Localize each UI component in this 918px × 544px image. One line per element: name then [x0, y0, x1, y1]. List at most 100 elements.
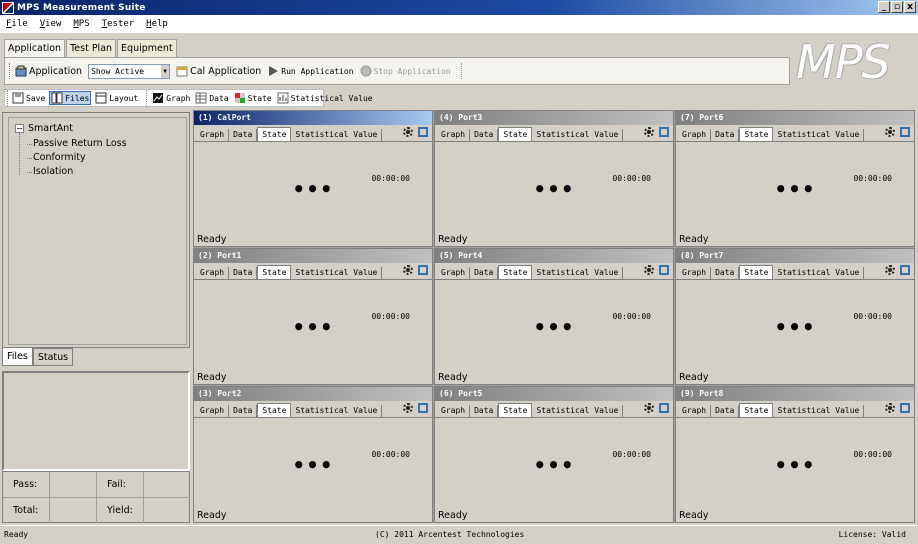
tree-item-isolation[interactable]: Isolation	[26, 166, 73, 177]
menu-file[interactable]: File	[6, 19, 28, 29]
close-button[interactable]: x	[904, 1, 916, 13]
port-tab-graph[interactable]: Graph	[678, 129, 712, 141]
port-title[interactable]: (3) Port2	[194, 387, 432, 401]
port-tab-statistical-value[interactable]: Statistical Value	[773, 129, 865, 141]
port-title[interactable]: (9) Port8	[676, 387, 914, 401]
expand-icon[interactable]	[900, 403, 910, 413]
toolbar-grip[interactable]	[7, 90, 8, 106]
menu-view[interactable]: View	[40, 19, 62, 29]
port-tab-graph[interactable]: Graph	[437, 405, 471, 417]
layout-button[interactable]: Layout	[94, 92, 139, 104]
port-tab-graph[interactable]: Graph	[437, 129, 471, 141]
port-tab-data[interactable]: Data	[711, 129, 740, 141]
tab-equipment[interactable]: Equipment	[117, 39, 177, 57]
show-active-select[interactable]: Show Active ▼	[88, 63, 171, 79]
stop-application-button[interactable]: Stop Application	[360, 65, 451, 77]
port-panel[interactable]: (1) CalPort Graph Data State Statistical Val…	[193, 110, 433, 247]
gear-icon[interactable]	[644, 127, 654, 137]
port-tab-state[interactable]: State	[498, 127, 533, 141]
tree-root-smartant[interactable]: − SmartAnt	[15, 123, 73, 134]
minimize-button[interactable]: _	[878, 1, 890, 13]
port-tab-data[interactable]: Data	[711, 267, 740, 279]
toolbar-grip[interactable]	[9, 63, 12, 79]
port-panel[interactable]: (6) Port5 Graph Data State Statistical Value…	[434, 386, 674, 523]
port-title[interactable]: (1) CalPort	[194, 111, 432, 125]
expand-icon[interactable]	[418, 265, 428, 275]
port-tab-state[interactable]: State	[739, 127, 774, 141]
port-tab-data[interactable]: Data	[229, 129, 258, 141]
tab-status[interactable]: Status	[32, 348, 74, 366]
port-tab-data[interactable]: Data	[470, 267, 499, 279]
expand-icon[interactable]	[900, 265, 910, 275]
maximize-button[interactable]: ▫	[891, 1, 903, 13]
cal-application-button[interactable]: Cal Application	[176, 65, 261, 77]
port-tab-statistical-value[interactable]: Statistical Value	[773, 405, 865, 417]
port-tab-graph[interactable]: Graph	[196, 267, 230, 279]
port-tab-state[interactable]: State	[498, 265, 533, 279]
application-button[interactable]: Application	[15, 65, 82, 77]
gear-icon[interactable]	[644, 265, 654, 275]
port-panel[interactable]: (8) Port7 Graph Data State Statistical Value…	[675, 248, 915, 385]
port-tab-statistical-value[interactable]: Statistical Value	[291, 405, 383, 417]
port-tab-statistical-value[interactable]: Statistical Value	[291, 267, 383, 279]
port-panel[interactable]: (9) Port8 Graph Data State Statistical Value…	[675, 386, 915, 523]
port-panel[interactable]: (7) Port6 Graph Data State Statistical Value…	[675, 110, 915, 247]
port-tab-state[interactable]: State	[257, 403, 292, 417]
tree-item-conformity[interactable]: Conformity	[27, 152, 86, 163]
port-title[interactable]: (6) Port5	[435, 387, 673, 401]
statistical-value-button[interactable]: Statistical Value	[276, 92, 374, 104]
port-tab-graph[interactable]: Graph	[196, 129, 230, 141]
gear-icon[interactable]	[403, 127, 413, 137]
port-tab-statistical-value[interactable]: Statistical Value	[532, 267, 624, 279]
expand-icon[interactable]	[659, 403, 669, 413]
expand-icon[interactable]	[659, 127, 669, 137]
port-tab-state[interactable]: State	[739, 403, 774, 417]
gear-icon[interactable]	[403, 265, 413, 275]
tab-files[interactable]: Files	[2, 348, 33, 366]
gear-icon[interactable]	[885, 127, 895, 137]
port-tab-data[interactable]: Data	[711, 405, 740, 417]
port-panel[interactable]: (3) Port2 Graph Data State Statistical Value…	[193, 386, 433, 523]
gear-icon[interactable]	[403, 403, 413, 413]
port-tab-data[interactable]: Data	[229, 267, 258, 279]
gear-icon[interactable]	[644, 403, 654, 413]
expand-icon[interactable]	[659, 265, 669, 275]
tab-application[interactable]: Application	[4, 39, 66, 57]
port-tab-statistical-value[interactable]: Statistical Value	[532, 129, 624, 141]
run-application-button[interactable]: Run Application	[267, 65, 354, 77]
port-panel[interactable]: (4) Port3 Graph Data State Statistical Value…	[434, 110, 674, 247]
menu-tester[interactable]: Tester	[102, 19, 135, 29]
port-tab-state[interactable]: State	[498, 403, 533, 417]
port-tab-state[interactable]: State	[257, 127, 292, 141]
port-tab-state[interactable]: State	[739, 265, 774, 279]
port-tab-data[interactable]: Data	[470, 129, 499, 141]
files-button[interactable]: Files	[49, 91, 92, 105]
port-title[interactable]: (8) Port7	[676, 249, 914, 263]
data-button[interactable]: Data	[194, 92, 229, 104]
menu-mps[interactable]: MPS	[73, 19, 89, 29]
menu-help[interactable]: Help	[146, 19, 168, 29]
tab-test-plan[interactable]: Test Plan	[66, 39, 117, 57]
port-tab-graph[interactable]: Graph	[196, 405, 230, 417]
port-tab-statistical-value[interactable]: Statistical Value	[773, 267, 865, 279]
port-title[interactable]: (4) Port3	[435, 111, 673, 125]
tree-item-passive-return-loss[interactable]: Passive Return Loss	[27, 138, 127, 149]
port-tab-statistical-value[interactable]: Statistical Value	[291, 129, 383, 141]
port-tab-graph[interactable]: Graph	[678, 405, 712, 417]
port-title[interactable]: (7) Port6	[676, 111, 914, 125]
port-tab-data[interactable]: Data	[470, 405, 499, 417]
port-panel[interactable]: (5) Port4 Graph Data State Statistical Value…	[434, 248, 674, 385]
gear-icon[interactable]	[885, 265, 895, 275]
expand-icon[interactable]	[418, 403, 428, 413]
expand-icon[interactable]	[418, 127, 428, 137]
port-title[interactable]: (5) Port4	[435, 249, 673, 263]
port-tab-data[interactable]: Data	[229, 405, 258, 417]
port-title[interactable]: (2) Port1	[194, 249, 432, 263]
state-button[interactable]: State	[233, 92, 273, 104]
port-tab-graph[interactable]: Graph	[437, 267, 471, 279]
gear-icon[interactable]	[885, 403, 895, 413]
port-tab-state[interactable]: State	[257, 265, 292, 279]
port-tab-graph[interactable]: Graph	[678, 267, 712, 279]
port-tab-statistical-value[interactable]: Statistical Value	[532, 405, 624, 417]
graph-button[interactable]: Graph	[151, 92, 191, 104]
